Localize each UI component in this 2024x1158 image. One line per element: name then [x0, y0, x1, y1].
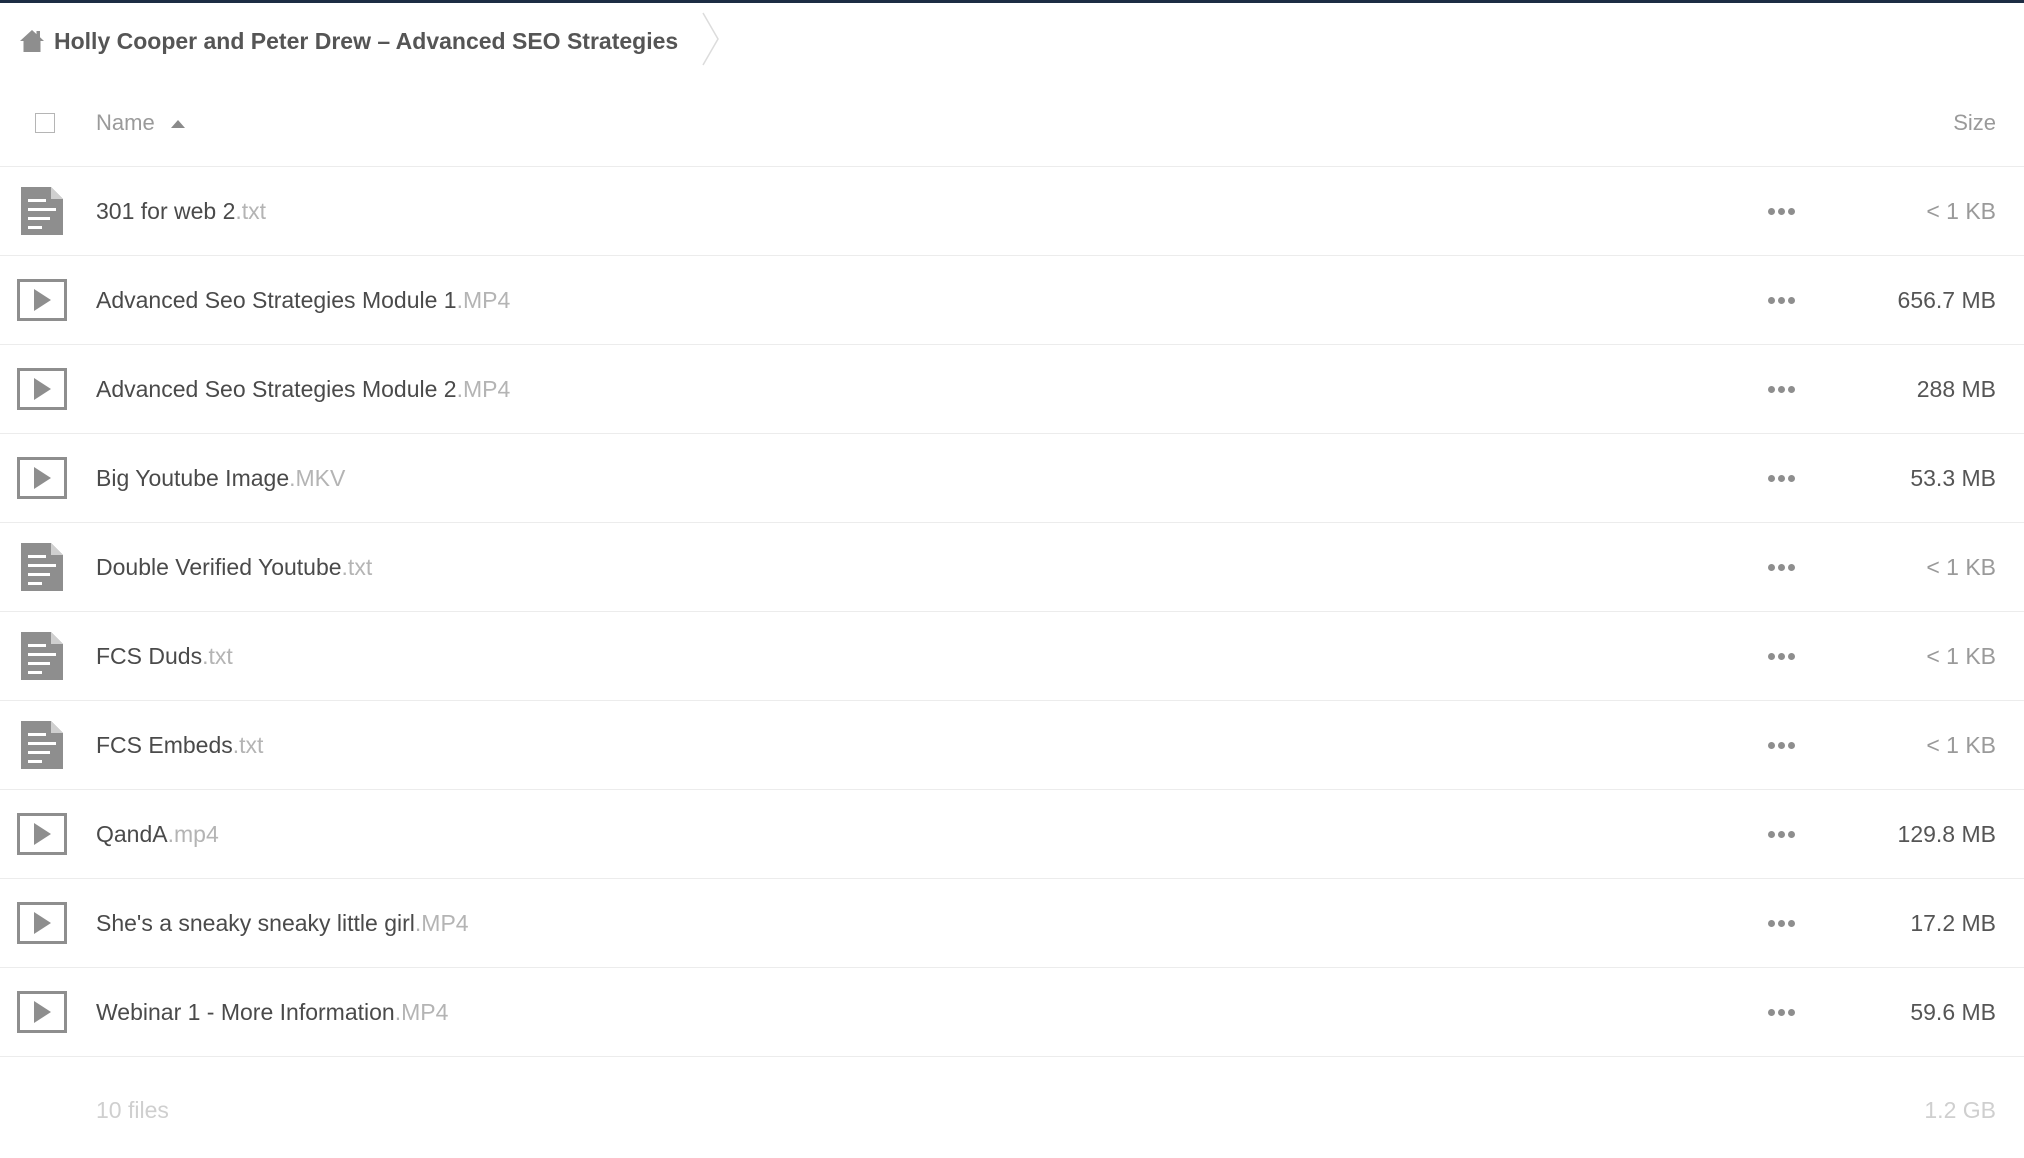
file-extension: .mp4	[167, 821, 219, 847]
file-extension: .txt	[235, 198, 267, 224]
file-name[interactable]: QandA.mp4	[96, 790, 219, 878]
file-name-base: FCS Duds	[96, 643, 203, 669]
file-name[interactable]: Advanced Seo Strategies Module 2.MP4	[96, 345, 510, 433]
video-file-icon	[17, 897, 67, 949]
file-name-base: Advanced Seo Strategies Module 2	[96, 376, 457, 402]
file-extension: .MP4	[456, 376, 511, 402]
video-file-icon	[17, 363, 67, 415]
sort-ascending-icon	[170, 120, 185, 128]
file-name[interactable]: Webinar 1 - More Information.MP4	[96, 968, 448, 1056]
file-list-header: Name Size	[0, 86, 2024, 167]
more-actions-icon[interactable]	[1762, 197, 1800, 225]
video-file-icon	[17, 452, 67, 504]
breadcrumb-chevron-icon	[702, 12, 720, 66]
top-accent-bar	[0, 0, 2024, 3]
file-name[interactable]: Advanced Seo Strategies Module 1.MP4	[96, 256, 510, 344]
file-extension: .MP4	[456, 287, 511, 313]
file-row[interactable]: QandA.mp4 129.8 MB	[0, 790, 2024, 879]
file-row[interactable]: 301 for web 2.txt < 1 KB	[0, 167, 2024, 256]
file-row[interactable]: Webinar 1 - More Information.MP4 59.6 MB	[0, 968, 2024, 1057]
name-column-label: Name	[96, 110, 155, 135]
file-row[interactable]: She's a sneaky sneaky little girl.MP4 17.…	[0, 879, 2024, 968]
file-size: 129.8 MB	[1897, 821, 1996, 847]
more-actions-icon[interactable]	[1762, 820, 1800, 848]
home-icon[interactable]	[18, 27, 46, 55]
video-file-icon	[17, 274, 67, 326]
file-row[interactable]: Advanced Seo Strategies Module 1.MP4 656.…	[0, 256, 2024, 345]
file-row[interactable]: Advanced Seo Strategies Module 2.MP4 288 …	[0, 345, 2024, 434]
select-all-checkbox[interactable]	[35, 113, 55, 133]
name-column-header[interactable]: Name	[96, 110, 185, 136]
file-name-base: Advanced Seo Strategies Module 1	[96, 287, 457, 313]
file-size: < 1 KB	[1926, 643, 1996, 669]
size-column-header[interactable]: Size	[1953, 110, 1996, 136]
more-actions-icon[interactable]	[1762, 375, 1800, 403]
more-actions-icon[interactable]	[1762, 642, 1800, 670]
file-name[interactable]: 301 for web 2.txt	[96, 167, 266, 255]
file-size: < 1 KB	[1926, 732, 1996, 758]
more-actions-icon[interactable]	[1762, 553, 1800, 581]
file-size: 59.6 MB	[1910, 999, 1996, 1025]
file-row[interactable]: Big Youtube Image.MKV 53.3 MB	[0, 434, 2024, 523]
file-name-base: QandA	[96, 821, 168, 847]
file-name-base: She's a sneaky sneaky little girl	[96, 910, 415, 936]
file-name-base: Webinar 1 - More Information	[96, 999, 395, 1025]
file-extension: .MKV	[289, 465, 346, 491]
text-file-icon	[17, 541, 67, 593]
more-actions-icon[interactable]	[1762, 731, 1800, 759]
file-name-base: Big Youtube Image	[96, 465, 290, 491]
video-file-icon	[17, 986, 67, 1038]
text-file-icon	[17, 630, 67, 682]
file-extension: .MP4	[394, 999, 449, 1025]
more-actions-icon[interactable]	[1762, 909, 1800, 937]
more-actions-icon[interactable]	[1762, 998, 1800, 1026]
file-size: 17.2 MB	[1910, 910, 1996, 936]
file-count: 10 files	[96, 1097, 169, 1123]
file-name[interactable]: FCS Embeds.txt	[96, 701, 263, 789]
file-row[interactable]: FCS Duds.txt < 1 KB	[0, 612, 2024, 701]
breadcrumb: Holly Cooper and Peter Drew – Advanced S…	[18, 12, 722, 66]
file-name[interactable]: Big Youtube Image.MKV	[96, 434, 345, 522]
file-size: < 1 KB	[1926, 198, 1996, 224]
file-extension: .txt	[232, 732, 264, 758]
file-name[interactable]: She's a sneaky sneaky little girl.MP4	[96, 879, 469, 967]
file-size: 656.7 MB	[1897, 287, 1996, 313]
total-size: 1.2 GB	[1924, 1097, 1996, 1123]
file-extension: .txt	[341, 554, 373, 580]
summary-row: 10 files 1.2 GB	[0, 1075, 2024, 1155]
file-size: < 1 KB	[1926, 554, 1996, 580]
file-extension: .txt	[202, 643, 233, 669]
file-list: 301 for web 2.txt < 1 KB Advanced Seo Stra…	[0, 167, 2024, 1057]
file-row[interactable]: Double Verified Youtube.txt < 1 KB	[0, 523, 2024, 612]
video-file-icon	[17, 808, 67, 860]
more-actions-icon[interactable]	[1762, 286, 1800, 314]
file-name-base: FCS Embeds	[96, 732, 233, 758]
file-name-base: Double Verified Youtube	[96, 554, 342, 580]
file-size: 288 MB	[1916, 376, 1996, 402]
file-name-base: 301 for web 2	[96, 198, 236, 224]
more-actions-icon[interactable]	[1762, 464, 1800, 492]
file-size: 53.3 MB	[1910, 465, 1996, 491]
file-row[interactable]: FCS Embeds.txt < 1 KB	[0, 701, 2024, 790]
file-name[interactable]: Double Verified Youtube.txt	[96, 523, 372, 611]
file-extension: .MP4	[414, 910, 469, 936]
file-name[interactable]: FCS Duds.txt	[96, 612, 233, 700]
text-file-icon	[17, 719, 67, 771]
breadcrumb-folder[interactable]: Holly Cooper and Peter Drew – Advanced S…	[54, 28, 678, 55]
text-file-icon	[17, 185, 67, 237]
